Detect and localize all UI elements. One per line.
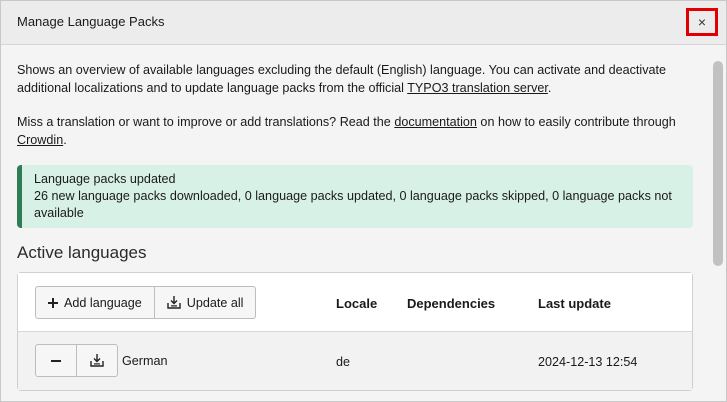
translation-server-link[interactable]: TYPO3 translation server [407, 81, 548, 95]
close-icon: × [697, 14, 707, 30]
scrollbar[interactable] [713, 61, 723, 266]
language-last-update: 2024-12-13 12:54 [538, 355, 638, 369]
alert-message: 26 new language packs downloaded, 0 lang… [34, 189, 672, 220]
column-header-dependencies: Dependencies [407, 296, 496, 311]
update-all-button[interactable]: Update all [154, 286, 257, 319]
help-text-end: . [63, 133, 67, 147]
update-all-label: Update all [186, 295, 244, 310]
languages-table: Add language Update all Locale Dependenc… [17, 272, 693, 391]
table-header: Add language Update all Locale Dependenc… [18, 273, 692, 332]
table-row: German de 2024-12-13 12:54 [18, 332, 692, 390]
modal-body: Shows an overview of available languages… [17, 61, 693, 391]
active-languages-heading: Active languages [17, 243, 147, 262]
intro-text: Shows an overview of available languages… [17, 61, 693, 97]
minus-icon [51, 359, 61, 362]
alert-title: Language packs updated [34, 172, 176, 186]
help-text-part: Miss a translation or want to improve or… [17, 115, 395, 129]
plus-icon [48, 297, 58, 308]
success-alert: Language packs updated 26 new language p… [17, 165, 693, 228]
column-header-locale: Locale [336, 296, 378, 311]
intro-text-end: . [547, 81, 552, 95]
column-header-last-update: Last update [538, 296, 611, 311]
language-name: German [122, 354, 168, 368]
remove-language-button[interactable] [35, 344, 77, 377]
add-language-label: Add language [64, 295, 142, 310]
update-language-button[interactable] [77, 344, 118, 377]
language-packs-modal: Manage Language Packs × Shows an overvie… [0, 0, 727, 402]
header-button-group: Add language Update all [35, 286, 257, 319]
crowdin-link[interactable]: Crowdin [17, 133, 63, 147]
modal-header: Manage Language Packs × [1, 1, 726, 45]
row-button-group [35, 344, 118, 377]
close-button[interactable]: × [686, 8, 718, 36]
download-icon [90, 354, 104, 367]
intro-text-part: Shows an overview of available languages… [17, 63, 667, 95]
documentation-link[interactable]: documentation [394, 115, 477, 129]
download-icon [167, 296, 181, 309]
add-language-button[interactable]: Add language [35, 286, 155, 319]
language-locale: de [336, 355, 351, 369]
help-text-middle: on how to easily contribute through [476, 115, 676, 129]
modal-title: Manage Language Packs [17, 14, 165, 29]
help-text: Miss a translation or want to improve or… [17, 113, 693, 149]
